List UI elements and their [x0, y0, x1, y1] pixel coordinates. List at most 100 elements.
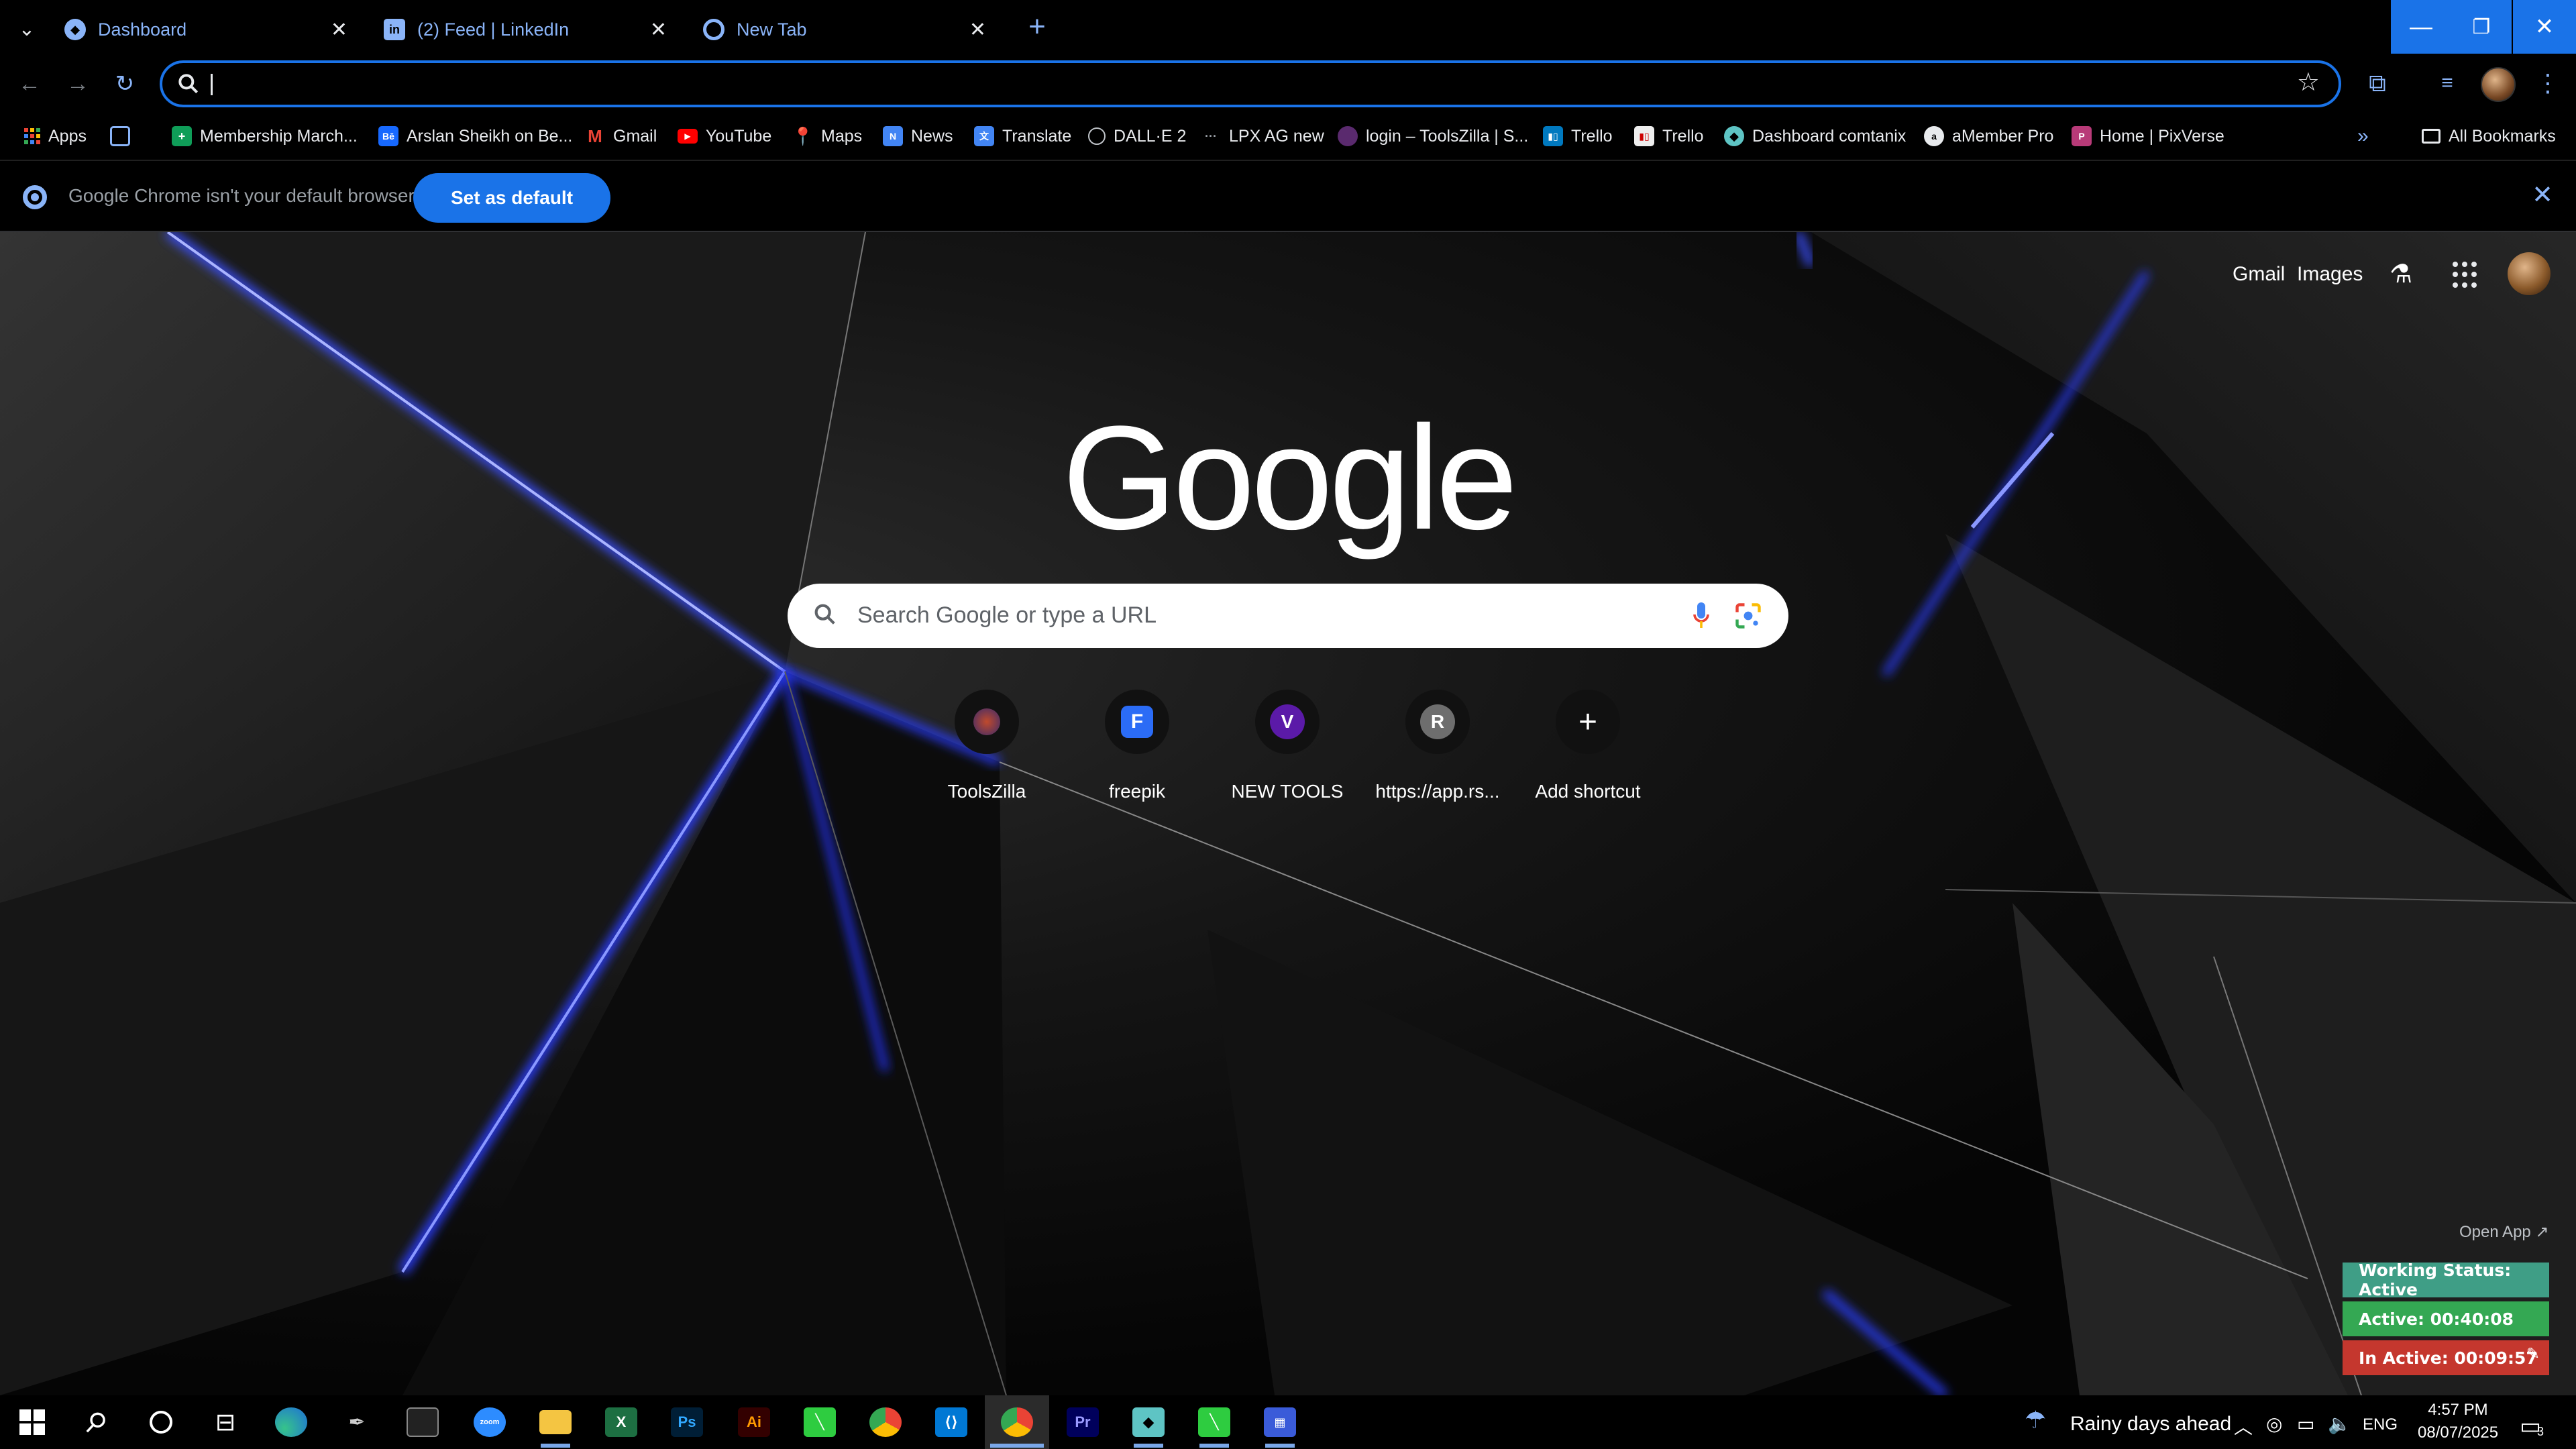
inactive-time-label: In Active: 00:09:57 [2359, 1348, 2538, 1368]
bookmark-membership[interactable]: + Membership March... [172, 119, 358, 153]
reload-button[interactable]: ↻ [105, 67, 145, 101]
gmail-link[interactable]: Gmail [2233, 263, 2285, 286]
shortcut-app-rs[interactable]: R https://app.rs... [1367, 690, 1508, 802]
bookmark-lpx[interactable]: ··· LPX AG new [1201, 119, 1324, 153]
tab-linkedin[interactable]: in (2) Feed | LinkedIn ✕ [368, 5, 683, 54]
labs-flask-icon[interactable]: ⚗ [2390, 259, 2412, 289]
task-view-icon[interactable]: ⊟ [205, 1402, 246, 1442]
google-apps-grid-icon[interactable] [2453, 262, 2479, 288]
bookmark-label: News [911, 126, 953, 146]
letter-r-icon: R [1420, 704, 1455, 739]
taskbar-search-icon[interactable] [76, 1402, 117, 1442]
close-icon[interactable]: ✕ [969, 18, 986, 42]
calculator-icon[interactable]: ▦ [1260, 1402, 1300, 1442]
behance-icon: Bē [378, 126, 398, 146]
tab-label: (2) Feed | LinkedIn [417, 19, 570, 40]
windows-start-icon[interactable] [12, 1402, 52, 1442]
green-app-icon[interactable]: ╲ [800, 1402, 840, 1442]
new-tab-button[interactable]: + [1017, 7, 1057, 47]
bookmark-youtube[interactable]: ▶ YouTube [678, 119, 771, 153]
bookmark-trello-2[interactable]: ▮▯ Trello [1634, 119, 1704, 153]
bookmark-dalle[interactable]: DALL·E 2 [1088, 119, 1186, 153]
trello-icon: ▮▯ [1634, 126, 1654, 146]
set-as-default-button[interactable]: Set as default [413, 173, 610, 223]
tab-new-tab[interactable]: New Tab ✕ [687, 5, 1002, 54]
green-app-icon-2[interactable]: ╲ [1194, 1402, 1234, 1442]
shortcut-new-tools[interactable]: V NEW TOOLS [1217, 690, 1358, 802]
bookmark-amember[interactable]: a aMember Pro [1924, 119, 2053, 153]
chevron-up-icon[interactable]: ︿ [2234, 1413, 2253, 1440]
dashboard-app-icon[interactable]: ◆ [1128, 1402, 1169, 1442]
close-icon[interactable]: ✕ [331, 18, 347, 42]
volume-icon[interactable]: 🔈 [2328, 1413, 2351, 1435]
dashboard-favicon: ◆ [64, 19, 86, 40]
bookmark-translate[interactable]: 文 Translate [974, 119, 1071, 153]
bookmark-behance[interactable]: Bē Arslan Sheikh on Be... [378, 119, 572, 153]
media-controls-icon[interactable]: ≡ [2428, 64, 2466, 102]
clock[interactable]: 4:57 PM 08/07/2025 [2418, 1401, 2498, 1442]
close-window-button[interactable]: ✕ [2513, 0, 2576, 54]
premiere-icon[interactable]: Pr [1063, 1402, 1103, 1442]
photoshop-icon[interactable]: Ps [667, 1402, 707, 1442]
google-logo: Google [1062, 395, 1517, 560]
voice-search-mic-icon[interactable] [1690, 600, 1712, 632]
back-button[interactable]: ← [9, 67, 50, 101]
bookmark-label: Translate [1002, 126, 1072, 146]
all-bookmarks-button[interactable]: All Bookmarks [2422, 119, 2556, 153]
apps-grid-icon [24, 128, 40, 144]
shortcut-add[interactable]: + Add shortcut [1517, 690, 1658, 802]
terminal-icon[interactable] [402, 1402, 443, 1442]
notification-count: 3 [2537, 1425, 2544, 1438]
shortcut-toolszilla[interactable]: ToolsZilla [916, 690, 1057, 802]
bookmark-news[interactable]: N News [883, 119, 953, 153]
restore-button[interactable]: ❐ [2451, 0, 2512, 54]
network-icon[interactable]: ▭ [2297, 1413, 2314, 1435]
close-icon[interactable]: ✕ [650, 18, 667, 42]
language-indicator[interactable]: ENG [2363, 1415, 2398, 1434]
search-box[interactable]: Search Google or type a URL [788, 584, 1788, 648]
chrome-active-icon[interactable] [997, 1402, 1037, 1442]
bookmark-toolszilla[interactable]: login – ToolsZilla | S... [1338, 119, 1528, 153]
running-indicator [1265, 1444, 1295, 1448]
bookmark-label: Trello [1662, 126, 1704, 146]
forward-button[interactable]: → [58, 67, 98, 101]
bookmark-trello-1[interactable]: ▮▯ Trello [1543, 119, 1613, 153]
pen-tool-icon[interactable]: ✒ [337, 1402, 377, 1442]
minimize-button[interactable]: — [2391, 0, 2451, 54]
bookmark-tab-groups[interactable] [110, 119, 138, 153]
bookmark-pixverse[interactable]: P Home | PixVerse [2072, 119, 2224, 153]
google-lens-icon[interactable] [1733, 601, 1763, 631]
menu-kebab-icon[interactable]: ⋮ [2529, 64, 2567, 102]
clock-date: 08/07/2025 [2418, 1424, 2499, 1442]
bookmark-apps[interactable]: Apps [24, 119, 87, 153]
chrome-taskbar-icon[interactable] [865, 1402, 906, 1442]
bookmarks-overflow-chevron-icon[interactable]: » [2357, 119, 2369, 153]
extensions-icon[interactable]: ⧉ [2359, 64, 2396, 102]
address-bar[interactable]: ☆ [160, 60, 2341, 107]
bookmark-star-icon[interactable]: ☆ [2297, 67, 2320, 97]
illustrator-icon[interactable]: Ai [734, 1402, 774, 1442]
tab-dashboard[interactable]: ◆ Dashboard ✕ [48, 5, 364, 54]
account-avatar[interactable] [2508, 252, 2551, 295]
bookmark-label: Apps [48, 126, 87, 146]
images-link[interactable]: Images [2297, 263, 2363, 286]
bookmark-gmail[interactable]: M Gmail [585, 119, 657, 153]
profile-avatar[interactable] [2481, 67, 2516, 102]
weather-text[interactable]: Rainy days ahead [2070, 1413, 2231, 1436]
bookmark-maps[interactable]: 📍 Maps [792, 119, 862, 153]
vscode-icon[interactable]: ⟨⟩ [931, 1402, 971, 1442]
openai-icon [1088, 127, 1106, 145]
bookmark-dashboard-comtanix[interactable]: ◆ Dashboard comtanix [1724, 119, 1906, 153]
tab-search-chevron-icon[interactable]: ⌄ [7, 12, 47, 46]
zoom-icon[interactable]: zoom [470, 1402, 510, 1442]
folder-icon [2422, 129, 2440, 144]
meet-now-icon[interactable]: ◎ [2266, 1413, 2282, 1435]
open-app-link[interactable]: Open App ↗ [2459, 1222, 2549, 1242]
cortana-icon[interactable] [141, 1402, 181, 1442]
edge-icon[interactable] [271, 1402, 311, 1442]
edit-pencil-icon[interactable]: ✎ [2526, 1344, 2540, 1363]
excel-icon[interactable]: X [601, 1402, 641, 1442]
infobar-close-icon[interactable]: ✕ [2532, 180, 2553, 210]
shortcut-freepik[interactable]: F freepik [1067, 690, 1208, 802]
file-explorer-icon[interactable] [535, 1402, 576, 1442]
